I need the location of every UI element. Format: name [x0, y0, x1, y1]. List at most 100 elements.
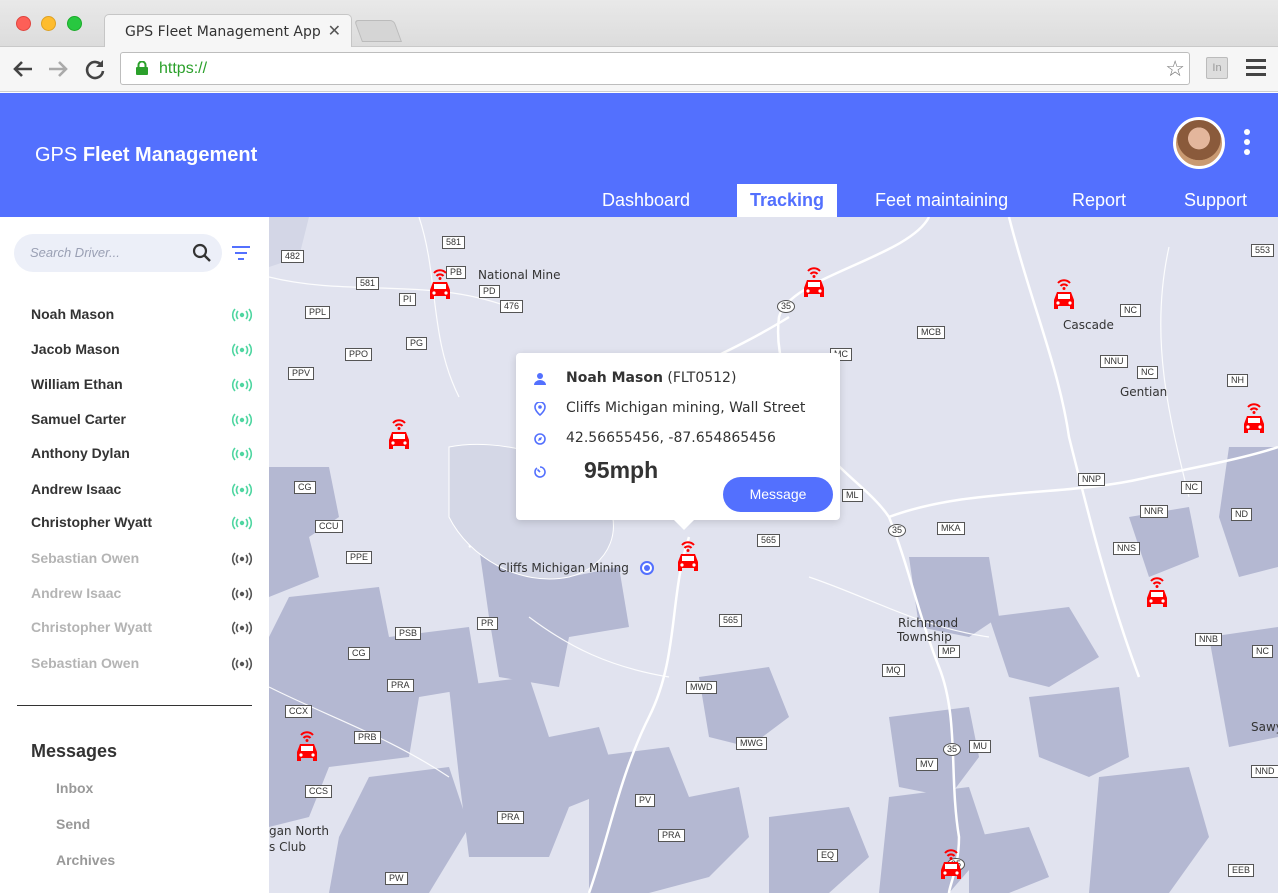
route-shield: PPV — [288, 367, 315, 380]
route-shield: NC — [1252, 645, 1273, 658]
vehicle-marker-selected-icon[interactable] — [673, 539, 703, 575]
route-shield: NNB — [1195, 633, 1223, 646]
route-shield: PPE — [346, 551, 373, 564]
signal-online-icon — [231, 308, 253, 322]
driver-item[interactable]: Sebastian Owen — [31, 655, 253, 675]
signal-offline-icon — [231, 552, 253, 566]
messages-send-link[interactable]: Send — [56, 816, 90, 832]
popup-driver: Noah Mason (FLT0512) — [566, 370, 736, 386]
vehicle-marker-icon[interactable] — [1142, 575, 1172, 611]
route-shield: ND — [1231, 508, 1252, 521]
window-maximize-button[interactable] — [67, 16, 82, 31]
route-shield: PRB — [354, 731, 381, 744]
route-shield: PI — [399, 293, 416, 306]
tab-tracking[interactable]: Tracking — [737, 184, 838, 217]
browser-menu-icon[interactable] — [1246, 59, 1266, 77]
driver-name: Anthony Dylan — [31, 445, 130, 461]
message-button[interactable]: Message — [723, 477, 833, 512]
vehicle-marker-icon[interactable] — [292, 729, 322, 765]
driver-name: Sebastian Owen — [31, 655, 140, 671]
browser-tabbar: GPS Fleet Management App ✕ — [0, 0, 1278, 48]
route-shield: PRA — [658, 829, 685, 842]
driver-item[interactable]: Sebastian Owen — [31, 550, 253, 570]
window-close-button[interactable] — [16, 16, 31, 31]
vehicle-marker-icon[interactable] — [1239, 401, 1269, 437]
driver-item[interactable]: Samuel Carter — [31, 411, 253, 431]
vehicle-marker-icon[interactable] — [799, 265, 829, 301]
signal-online-icon — [231, 483, 253, 497]
route-shield: EEB — [1228, 864, 1255, 877]
new-tab-button[interactable] — [353, 20, 403, 42]
driver-item[interactable]: Anthony Dylan — [31, 445, 253, 465]
compass-icon — [534, 433, 546, 445]
messages-heading: Messages — [31, 741, 118, 761]
driver-item[interactable]: Noah Mason — [31, 306, 253, 326]
window-minimize-button[interactable] — [41, 16, 56, 31]
location-pin-icon — [534, 402, 546, 416]
messages-inbox-link[interactable]: Inbox — [56, 780, 93, 796]
signal-offline-icon — [231, 587, 253, 601]
vehicle-marker-icon[interactable] — [936, 847, 966, 883]
route-shield: NC — [1120, 304, 1141, 317]
route-shield: CG — [294, 481, 316, 494]
map-place-label: Sawyer — [1251, 720, 1278, 734]
reload-icon[interactable] — [82, 56, 108, 82]
route-shield: NC — [1181, 481, 1202, 494]
route-shield: NH — [1227, 374, 1248, 387]
driver-name: Christopher Wyatt — [31, 514, 153, 530]
tab-dashboard[interactable]: Dashboard — [589, 184, 703, 217]
route-shield: NND — [1251, 765, 1278, 778]
back-icon[interactable] — [10, 56, 36, 82]
tab-support[interactable]: Support — [1171, 184, 1260, 217]
route-shield: MQ — [882, 664, 905, 677]
browser-tab[interactable]: GPS Fleet Management App ✕ — [104, 14, 352, 48]
tab-feet-maintaining[interactable]: Feet maintaining — [862, 184, 1021, 217]
vehicle-marker-icon[interactable] — [425, 267, 455, 303]
bookmark-star-icon[interactable]: ☆ — [1165, 56, 1185, 82]
tracking-map[interactable]: National Mine Cascade Gentian Cliffs Mic… — [269, 217, 1278, 893]
route-shield: 581 — [356, 277, 380, 290]
driver-item[interactable]: Andrew Isaac — [31, 585, 253, 605]
signal-online-icon — [231, 378, 253, 392]
popup-fleet-id: (FLT0512) — [667, 370, 737, 386]
driver-item[interactable]: Christopher Wyatt — [31, 514, 253, 534]
map-terrain — [269, 217, 1278, 893]
tab-close-icon[interactable]: ✕ — [328, 21, 341, 41]
extension-icon[interactable]: In — [1206, 57, 1228, 79]
popup-driver-name: Noah Mason — [566, 370, 663, 386]
browser-toolbar: https:// ☆ In — [0, 47, 1278, 92]
route-shield: MV — [916, 758, 938, 771]
route-shield: MP — [938, 645, 960, 658]
app-title: GPS Fleet Management — [35, 144, 257, 167]
sidebar: Search Driver... Noah Mason Jacob Mason … — [0, 217, 269, 893]
search-icon[interactable] — [192, 243, 212, 263]
app-header: GPS Fleet Management Dashboard Tracking … — [0, 93, 1278, 217]
driver-item[interactable]: Jacob Mason — [31, 341, 253, 361]
driver-item[interactable]: Christopher Wyatt — [31, 619, 253, 639]
map-place-label: s Club — [269, 840, 307, 854]
driver-name: Sebastian Owen — [31, 550, 140, 566]
tab-report[interactable]: Report — [1059, 184, 1139, 217]
route-shield: CCS — [305, 785, 333, 798]
route-shield: PSB — [395, 627, 422, 640]
browser-tab-title: GPS Fleet Management App — [125, 24, 321, 40]
signal-online-icon — [231, 516, 253, 530]
popup-speed: 95mph — [584, 457, 659, 483]
sidebar-divider — [17, 705, 252, 706]
driver-item[interactable]: Andrew Isaac — [31, 481, 253, 501]
speedometer-icon — [534, 466, 546, 478]
more-options-icon[interactable] — [1244, 129, 1252, 157]
forward-icon[interactable] — [45, 56, 71, 82]
search-driver-input[interactable]: Search Driver... — [14, 234, 222, 272]
vehicle-marker-icon[interactable] — [1049, 277, 1079, 313]
filter-icon[interactable] — [232, 246, 250, 260]
route-shield: CCX — [285, 705, 313, 718]
route-shield: MWD — [686, 681, 717, 694]
avatar[interactable] — [1173, 117, 1225, 169]
route-shield: PPO — [345, 348, 373, 361]
vehicle-marker-icon[interactable] — [384, 417, 414, 453]
address-bar[interactable]: https:// ☆ — [120, 52, 1190, 85]
map-place-label: Gentian — [1120, 385, 1168, 399]
messages-archives-link[interactable]: Archives — [56, 852, 115, 868]
driver-item[interactable]: William Ethan — [31, 376, 253, 396]
